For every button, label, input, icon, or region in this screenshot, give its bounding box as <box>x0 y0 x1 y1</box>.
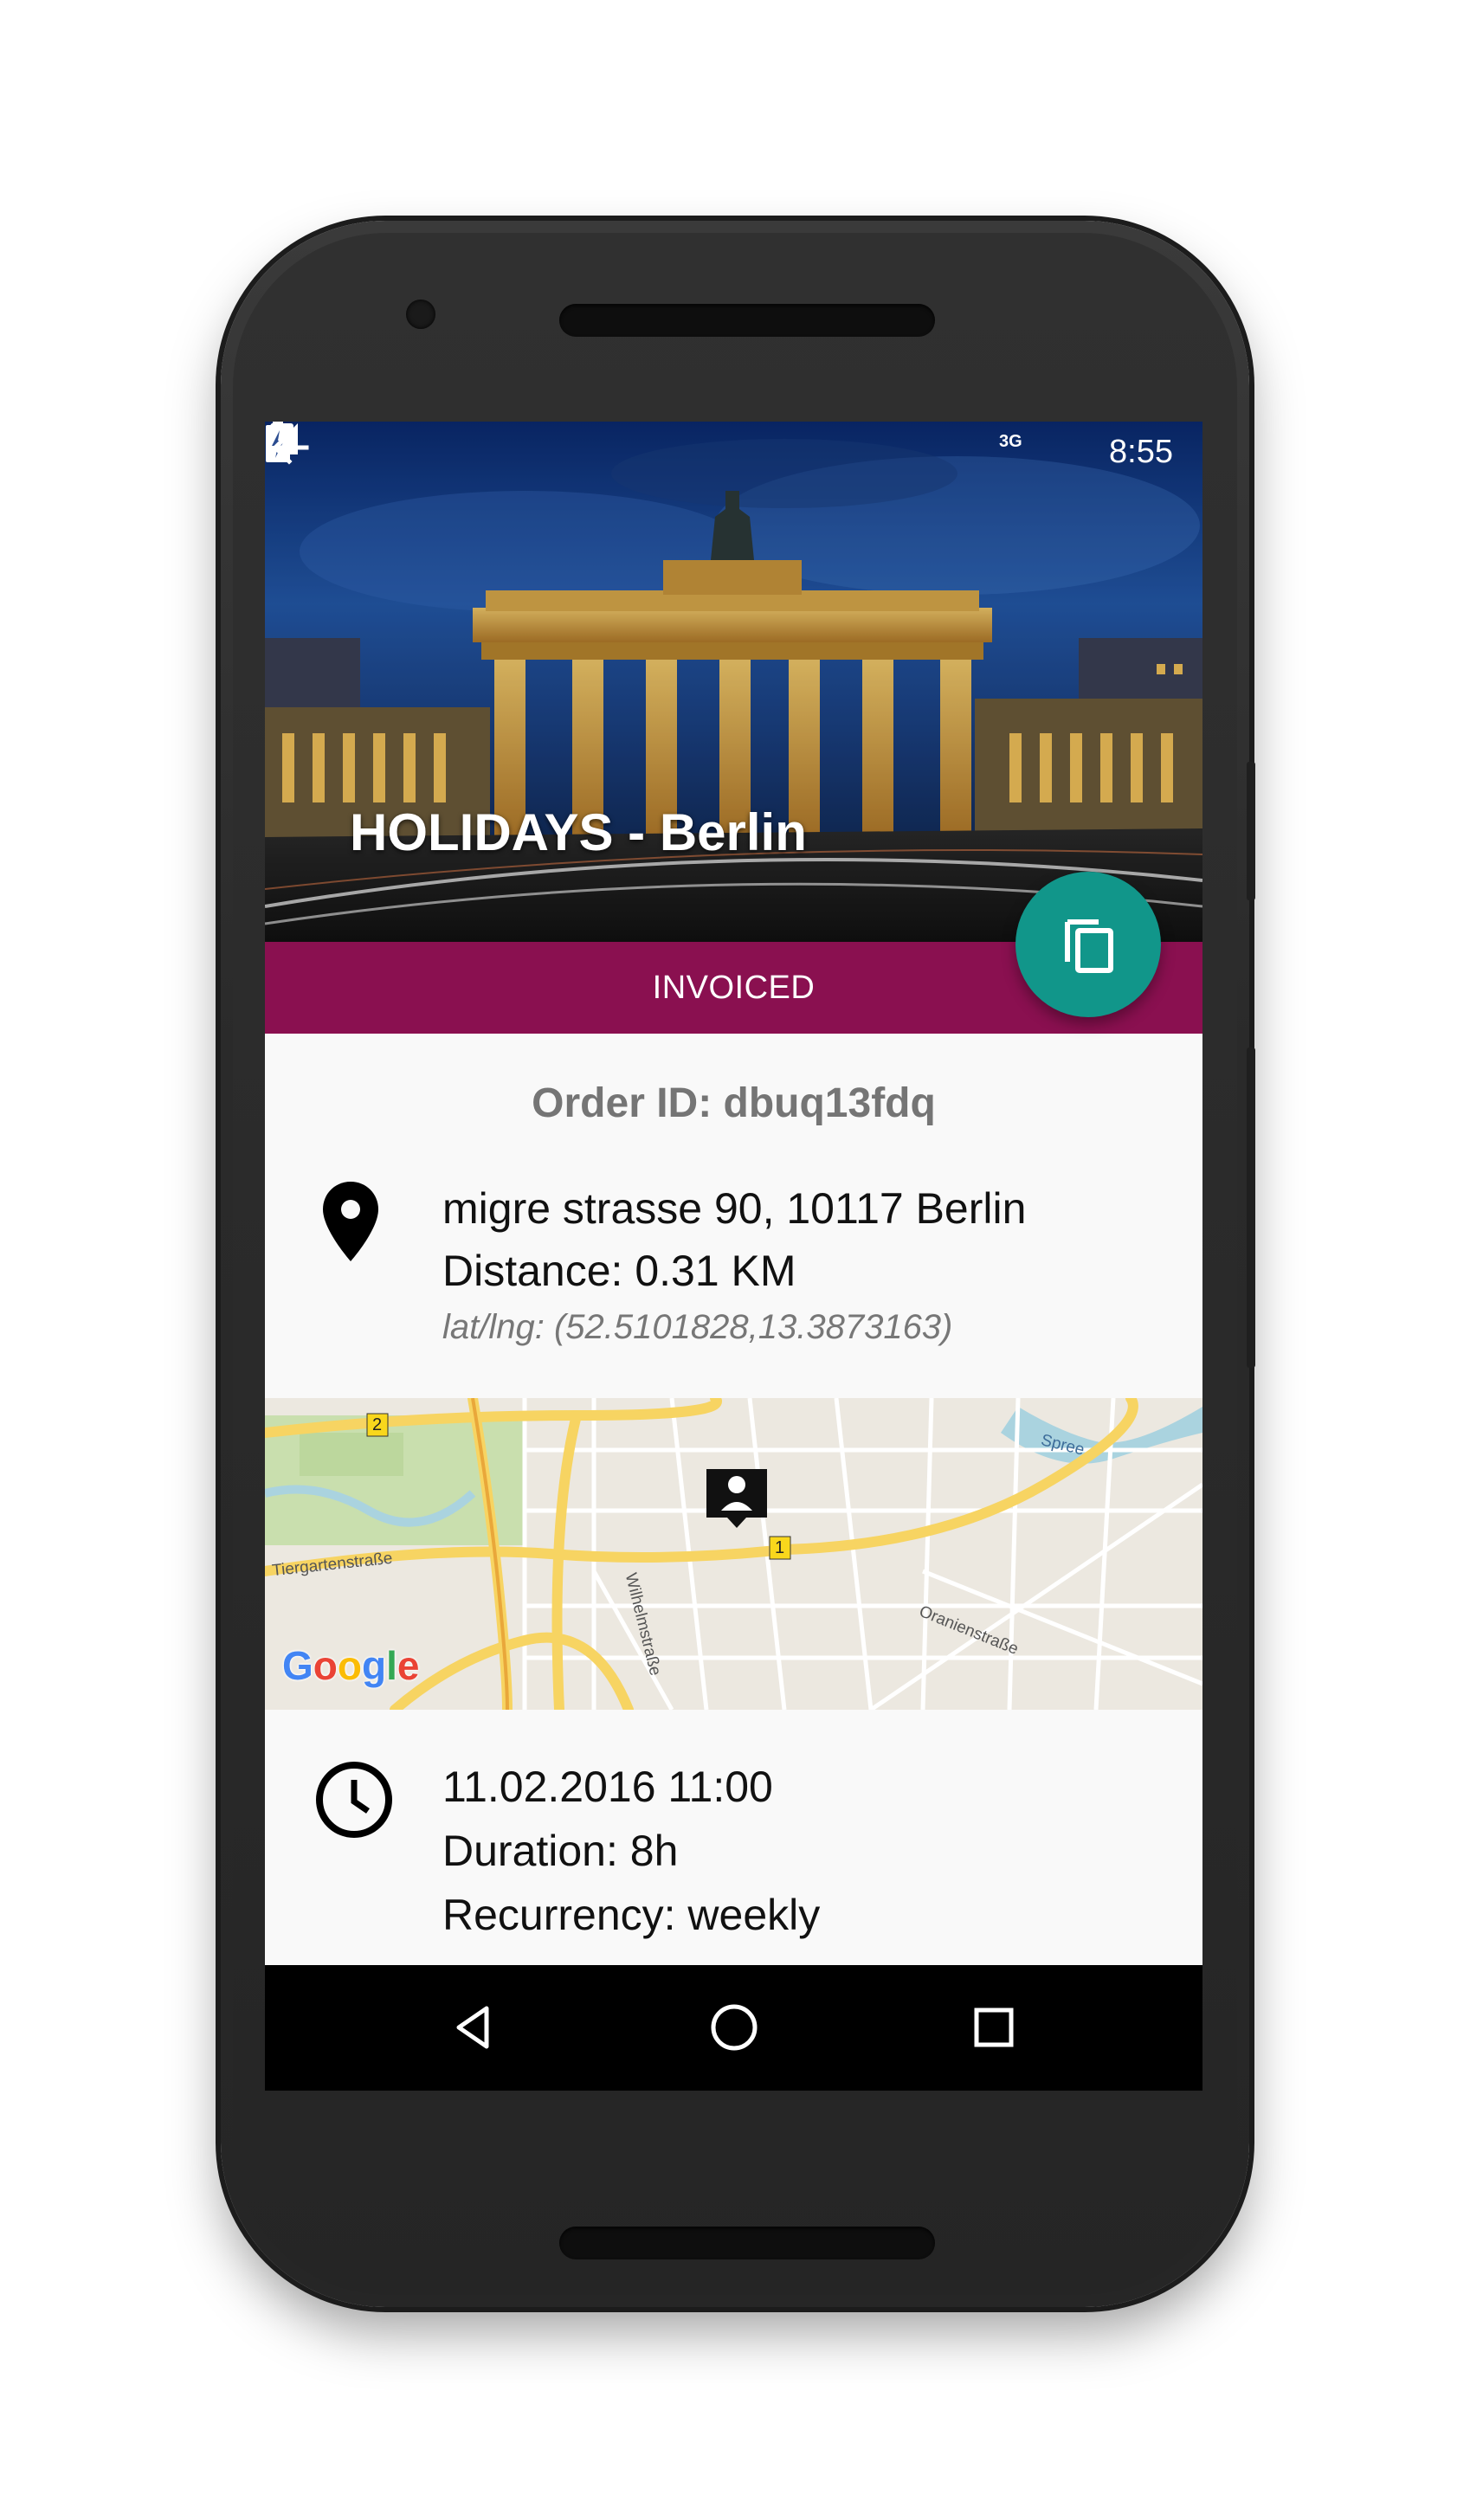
header-image: 3G 8:55 HOLIDAYS - Berlin <box>265 422 1202 942</box>
recurrency-text: Recurrency: weekly <box>442 1891 821 1939</box>
map-route-shield-2: 2 <box>372 1415 383 1434</box>
clock-icon <box>316 1762 392 1838</box>
bottom-speaker <box>559 2227 935 2259</box>
front-camera <box>406 300 435 329</box>
nav-home-icon[interactable] <box>706 2000 762 2055</box>
network-type-label: 3G <box>999 432 1022 451</box>
location-pin-icon <box>323 1182 378 1261</box>
brandenburg-gate-illustration <box>265 422 1202 942</box>
earpiece-speaker <box>559 304 935 337</box>
duration-text: Duration: 8h <box>442 1827 679 1875</box>
page-title: HOLIDAYS - Berlin <box>350 803 807 861</box>
status-bar: 3G 8:55 <box>265 422 1202 486</box>
distance-text: Distance: 0.31 KM <box>442 1247 796 1295</box>
copy-icon <box>1065 919 1113 973</box>
power-button <box>1247 762 1255 900</box>
volume-button <box>1247 1047 1255 1368</box>
arrow-back-icon[interactable] <box>265 422 317 474</box>
order-status-label: INVOICED <box>652 969 816 1006</box>
navigation-bar <box>265 1965 1202 2091</box>
copy-button[interactable] <box>1015 872 1161 1017</box>
nav-back-icon[interactable] <box>447 2000 502 2055</box>
google-logo: Google <box>282 1643 420 1688</box>
datetime-text: 11.02.2016 11:00 <box>442 1763 773 1811</box>
latlng-text: lat/lng: (52.5101828,13.3873163) <box>442 1308 953 1346</box>
nav-recents-icon[interactable] <box>966 2000 1022 2055</box>
location-map[interactable]: Spree Tiergartenstraße Wilhelmstraße Ora… <box>265 1398 1202 1710</box>
app-screen: 3G 8:55 HOLIDAYS - Berlin INVOICED Order… <box>265 422 1202 2091</box>
address-text: migre strasse 90, 10117 Berlin <box>442 1184 1027 1233</box>
order-id: Order ID: dbuq13fdq <box>532 1080 936 1126</box>
map-route-shield-1: 1 <box>775 1538 785 1557</box>
status-time: 8:55 <box>1109 434 1173 470</box>
